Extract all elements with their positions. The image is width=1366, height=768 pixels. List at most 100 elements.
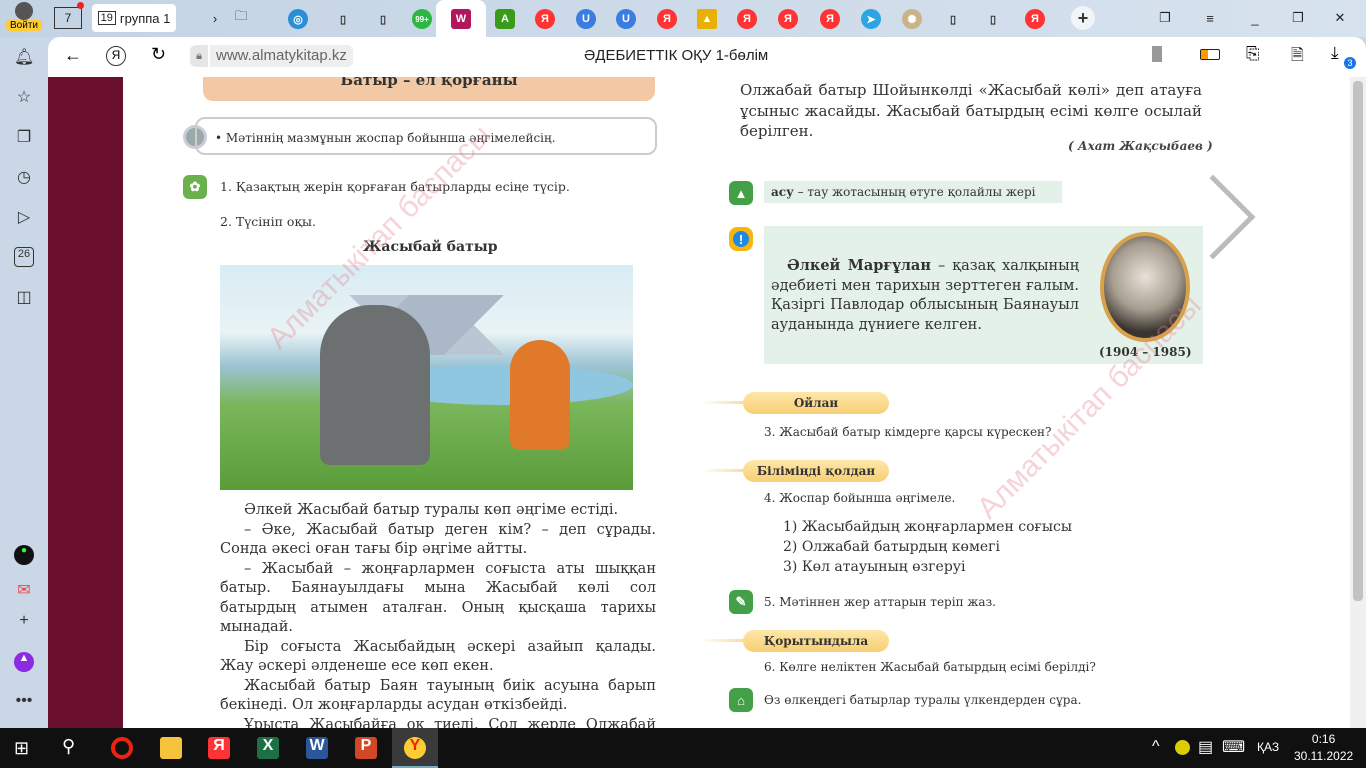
- tab-favicon-yandex[interactable]: Я: [778, 9, 798, 29]
- brain-icon: ✿: [183, 175, 207, 199]
- story-paragraph: Ұрыста Жасыбайға оқ тиеді. Сол жерде Олж…: [244, 716, 656, 729]
- tab-favicon-yandex[interactable]: Я: [737, 9, 757, 29]
- author: ( Ахат Жақсыбаев ): [1068, 139, 1213, 153]
- tab-favicon-doc[interactable]: ▯: [373, 9, 393, 29]
- tab-favicon-a[interactable]: A: [495, 9, 515, 29]
- close-button[interactable]: ✕: [1330, 4, 1350, 32]
- add-icon[interactable]: +: [14, 612, 34, 632]
- dictionary-box: асу – тау жотасының өтуге қолайлы жері: [764, 181, 1062, 203]
- tab-favicon-doc[interactable]: ▯: [943, 9, 963, 29]
- powerpoint-icon[interactable]: P: [355, 737, 377, 759]
- mail-icon[interactable]: ✉: [14, 580, 34, 600]
- tab-favicon-yandex[interactable]: Я: [535, 9, 555, 29]
- file-explorer-icon[interactable]: [160, 737, 182, 759]
- tab-favicon-image[interactable]: ▲: [697, 9, 717, 29]
- chevron-right-icon[interactable]: ›: [205, 4, 225, 32]
- language-indicator[interactable]: ҚАЗ: [1257, 740, 1279, 754]
- screenshot-icon[interactable]: ◫: [14, 287, 34, 307]
- story-paragraph: – Әке, Жасыбай батыр деген кім? – деп сұ…: [220, 521, 656, 558]
- bookmarks-icon[interactable]: ❐: [1155, 4, 1175, 32]
- calendar-icon[interactable]: 26: [14, 247, 34, 267]
- tab-favicon-yandex[interactable]: Я: [1025, 9, 1045, 29]
- tab-favicon-yandex[interactable]: Я: [657, 9, 677, 29]
- battery-icon[interactable]: [1200, 49, 1220, 60]
- clock-date: 30.11.2022: [1294, 749, 1354, 763]
- alice-icon[interactable]: ●: [14, 545, 34, 565]
- info-icon: !: [729, 227, 753, 251]
- tab-favicon-doc[interactable]: ▯: [983, 9, 1003, 29]
- active-app[interactable]: Y: [392, 728, 438, 768]
- tab-favicon-doc[interactable]: ▯: [333, 9, 353, 29]
- tab-favicon-globe[interactable]: ◎: [288, 9, 308, 29]
- download-icon[interactable]: ⤓: [1331, 43, 1339, 63]
- task-6: 6. Көлге неліктен Жасыбай батырдың есімі…: [764, 660, 1096, 674]
- dictionary-icon: ▲: [729, 181, 753, 205]
- calendar-day: 26: [17, 248, 31, 260]
- bookmark-icon[interactable]: [1152, 46, 1162, 62]
- task-3: 3. Жасыбай батыр кімдерге қарсы күрескен…: [764, 425, 1052, 439]
- minimize-button[interactable]: _: [1245, 4, 1265, 32]
- tray-chevron-icon[interactable]: ^: [1152, 738, 1160, 756]
- back-icon[interactable]: ←: [64, 45, 82, 66]
- think-label: Ойлан: [793, 396, 839, 410]
- active-tab[interactable]: W: [436, 0, 486, 37]
- search-icon[interactable]: ⚲: [62, 736, 75, 757]
- excel-icon[interactable]: X: [257, 737, 279, 759]
- history-icon[interactable]: ◷: [14, 167, 34, 187]
- notification-icon[interactable]: ▤: [1198, 737, 1213, 757]
- address-bar: ← Я ↻ 🔒︎ www.almatykitap.kz ӘДЕБИЕТТІК О…: [48, 37, 1366, 77]
- url-field[interactable]: www.almatykitap.kz: [210, 45, 353, 67]
- info-name: Әлкей Марғұлан: [787, 257, 931, 274]
- yandex-icon[interactable]: Я: [106, 46, 126, 66]
- tab-favicon-u[interactable]: U: [616, 9, 636, 29]
- dictionary-definition: – тау жотасының өтуге қолайлы жері: [793, 185, 1036, 199]
- profile-button[interactable]: Войти: [6, 2, 42, 31]
- tab-favicon-u[interactable]: U: [576, 9, 596, 29]
- lock-icon: 🔒︎: [190, 45, 208, 67]
- start-button[interactable]: ⊞: [14, 738, 29, 759]
- plan-list: 1) Жасыбайдың жоңғарлармен соғысы 2) Олж…: [783, 517, 1072, 577]
- plan-item: 1) Жасыбайдың жоңғарлармен соғысы: [783, 519, 1072, 535]
- tab-favicon-yandex[interactable]: Я: [820, 9, 840, 29]
- opera-icon[interactable]: [111, 737, 133, 759]
- keyboard-icon[interactable]: ⌨: [1222, 737, 1245, 757]
- collections-icon[interactable]: ❐: [14, 127, 34, 147]
- home-tab[interactable]: 7: [54, 7, 82, 29]
- tab-favicon-telegram[interactable]: ➤: [861, 9, 881, 29]
- tab-favicon-whatsapp[interactable]: 99+: [412, 9, 432, 29]
- extension-icon[interactable]: ⎘: [1246, 44, 1260, 64]
- tray-app-icon[interactable]: [1175, 740, 1190, 755]
- story-paragraph: – Жасыбай – жоңғарлармен соғыста аты шық…: [220, 560, 656, 636]
- chapter-banner: Батыр – ел қорғаны: [203, 77, 655, 101]
- content-area: Батыр – ел қорғаны • Мәтіннің мазмұнын ж…: [48, 77, 1350, 728]
- video-icon[interactable]: ▷: [14, 207, 34, 227]
- tab-favicon-book: W: [451, 9, 471, 29]
- story-paragraph: Әлкей Жасыбай батыр туралы көп әңгіме ес…: [244, 502, 619, 518]
- clock[interactable]: 0:16 30.11.2022: [1294, 731, 1353, 765]
- new-group-icon[interactable]: 🗀: [228, 4, 254, 32]
- book-page: Батыр – ел қорғаны • Мәтіннің мазмұнын ж…: [123, 77, 1350, 728]
- scrollbar[interactable]: [1350, 77, 1366, 728]
- more-icon[interactable]: •••: [14, 692, 34, 712]
- new-tab-button[interactable]: +: [1071, 6, 1095, 30]
- plan-item: 2) Олжабай батырдың көмегі: [783, 539, 1000, 555]
- story-paragraph: Жасыбай батыр Баян тауының биік асуына б…: [220, 677, 656, 714]
- tab-group[interactable]: 19 группа 1: [92, 4, 176, 32]
- yandex-browser-icon[interactable]: Я: [208, 737, 230, 759]
- assistant-icon[interactable]: ▲: [14, 652, 34, 672]
- home-task: Өз өлкеңдегі батырлар туралы үлкендерден…: [764, 693, 1082, 707]
- pdf-extension-icon[interactable]: 🗎︎: [1291, 44, 1304, 71]
- tab-favicon-emblem[interactable]: ✺: [902, 9, 922, 29]
- goal-box: • Мәтіннің мазмұнын жоспар бойынша әңгім…: [195, 117, 657, 155]
- reload-icon[interactable]: ↻: [151, 44, 166, 65]
- info-text: Әлкей Марғұлан – қазақ халқының әдебиеті…: [771, 256, 1079, 335]
- writing-icon: ✎: [729, 590, 753, 614]
- star-icon[interactable]: ☆: [14, 87, 34, 107]
- word-icon[interactable]: W: [306, 737, 328, 759]
- bell-icon[interactable]: 🔔︎: [14, 47, 34, 67]
- scrollbar-thumb[interactable]: [1353, 81, 1363, 601]
- menu-icon[interactable]: ≡: [1200, 4, 1220, 32]
- restore-button[interactable]: ❐: [1288, 4, 1308, 32]
- conclude-label: Қорытындыла: [763, 634, 869, 648]
- page-title: ӘДЕБИЕТТІК ОҚУ 1-бөлім: [584, 47, 769, 64]
